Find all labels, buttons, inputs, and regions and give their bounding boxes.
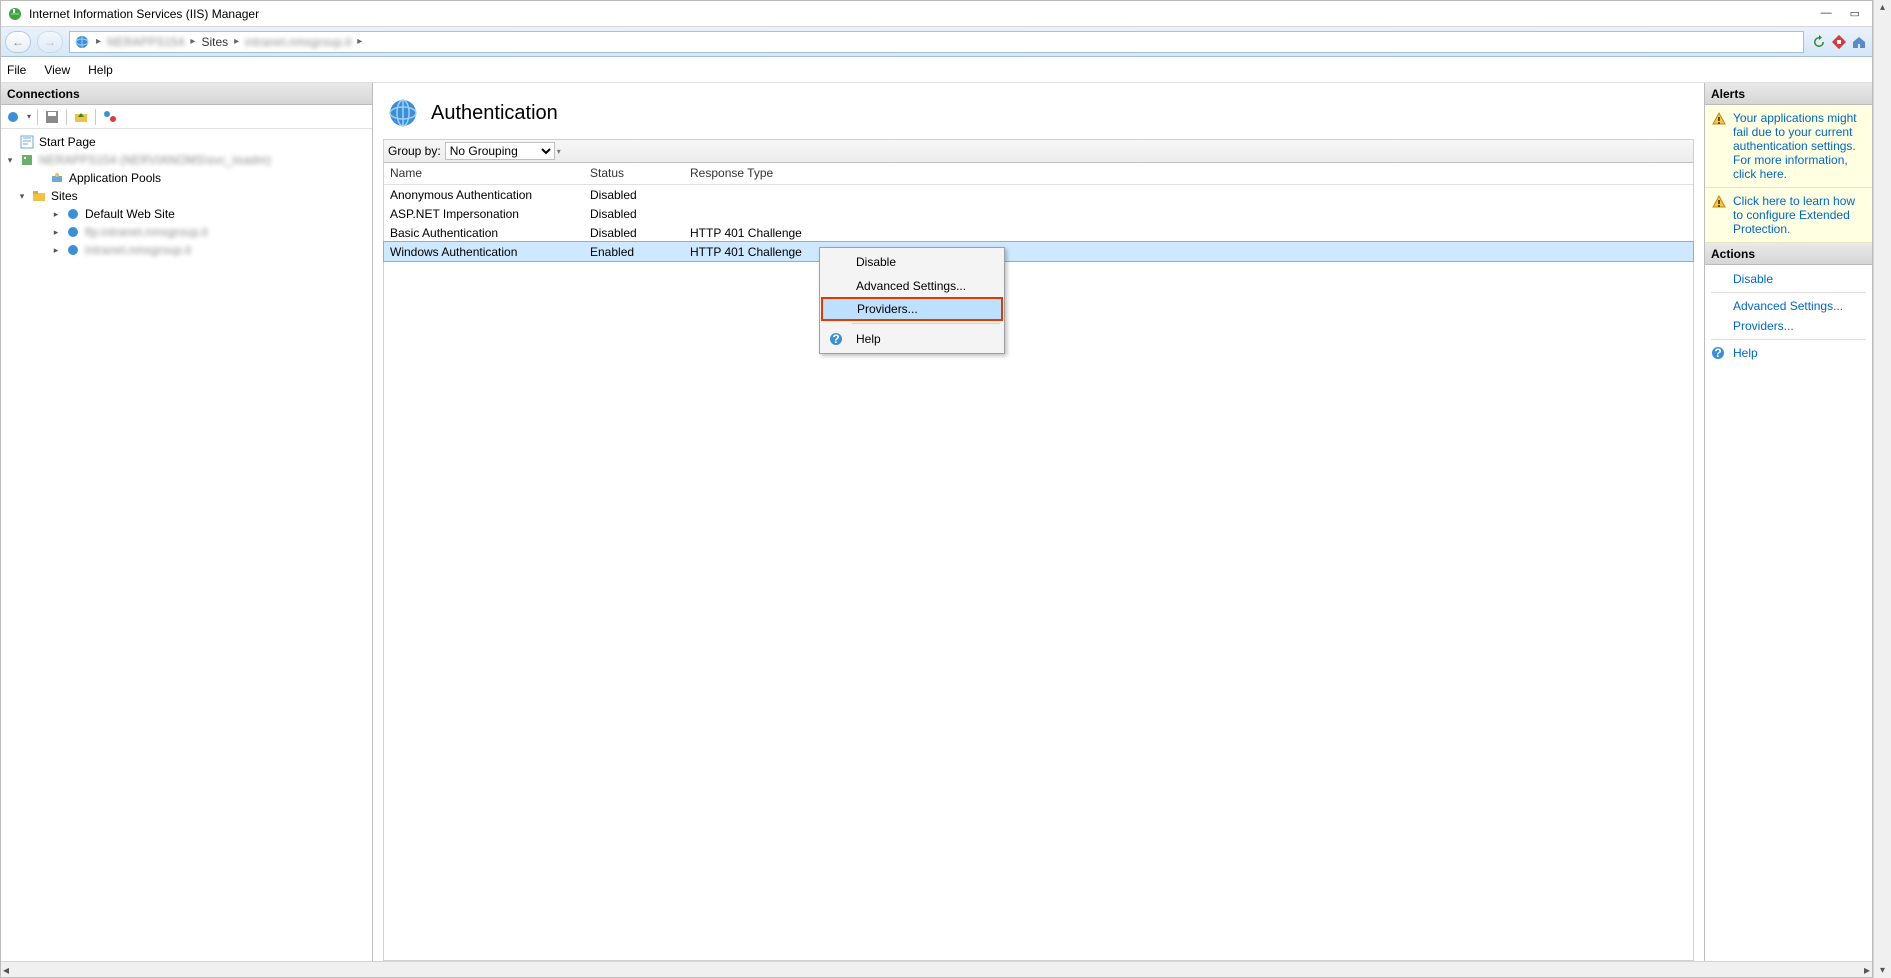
scroll-down-icon[interactable]: ▾ [1880, 963, 1885, 978]
start-page-icon [19, 134, 35, 150]
titlebar: Internet Information Services (IIS) Mana… [1, 1, 1872, 27]
alert-link[interactable]: Click here to learn how to configure Ext… [1733, 194, 1866, 236]
outer-vertical-scrollbar[interactable]: ▴ ▾ [1873, 0, 1891, 978]
actions-separator [1711, 292, 1866, 293]
help-icon: ? [1711, 346, 1727, 362]
action-providers[interactable]: Providers... [1705, 316, 1872, 336]
breadcrumb[interactable]: ▸ NERAPPS154 ▸ Sites ▸ intranet.nmsgroup… [69, 31, 1804, 53]
context-separator [852, 323, 1000, 324]
warning-icon [1711, 194, 1727, 236]
up-level-icon[interactable] [73, 109, 89, 125]
group-by-select[interactable]: No Grouping [445, 142, 555, 160]
auth-row-selected[interactable]: Windows Authentication Enabled HTTP 401 … [384, 242, 1693, 261]
menu-view[interactable]: View [44, 63, 70, 77]
tree-app-pools[interactable]: Application Pools [3, 169, 370, 187]
home-icon[interactable] [1850, 33, 1868, 51]
action-help[interactable]: ? Help [1705, 343, 1872, 363]
auth-row[interactable]: ASP.NET Impersonation Disabled [384, 204, 1693, 223]
tree-default-site[interactable]: ▸ Default Web Site [3, 205, 370, 223]
globe-icon [65, 242, 81, 258]
sites-icon[interactable] [102, 109, 118, 125]
server-icon [19, 152, 35, 168]
svg-text:?: ? [832, 332, 839, 346]
window-title: Internet Information Services (IIS) Mana… [29, 7, 259, 21]
group-by-label: Group by: [388, 144, 441, 158]
tree-site-2[interactable]: ▸ intranet.nmsgroup.it [3, 241, 370, 259]
scroll-up-icon[interactable]: ▴ [1880, 0, 1885, 15]
horizontal-scrollbar[interactable]: ◂▸ [1, 961, 1872, 977]
tree-server[interactable]: ▾ NERAPPS154 (NERVIANOMS\svc_iisadm) [3, 151, 370, 169]
breadcrumb-server[interactable]: NERAPPS154 [107, 35, 184, 49]
minimize-button[interactable]: — [1821, 7, 1832, 20]
breadcrumb-site[interactable]: intranet.nmsgroup.it [245, 35, 351, 49]
svg-text:?: ? [1714, 346, 1721, 360]
help-icon: ? [828, 331, 844, 347]
warning-icon [1711, 111, 1727, 181]
page-title: Authentication [431, 102, 558, 125]
content-area: Authentication Group by: No Grouping ▾ N… [373, 83, 1704, 961]
save-icon[interactable] [44, 109, 60, 125]
context-providers[interactable]: Providers... [821, 297, 1003, 321]
grid-header: Name Status Response Type [384, 163, 1693, 185]
forward-button[interactable]: → [37, 31, 63, 53]
action-advanced-settings[interactable]: Advanced Settings... [1705, 296, 1872, 316]
context-disable[interactable]: Disable [822, 250, 1002, 274]
breadcrumb-sites[interactable]: Sites [201, 35, 228, 49]
right-panel: Alerts Your applications might fail due … [1704, 83, 1872, 961]
dropdown-icon[interactable]: ▾ [27, 112, 31, 121]
connections-header: Connections [1, 83, 372, 105]
connections-tree: Start Page ▾ NERAPPS154 (NERVIANOMS\svc_… [1, 129, 372, 961]
globe-icon [74, 34, 90, 50]
alert-link[interactable]: Your applications might fail due to your… [1733, 111, 1866, 181]
column-name[interactable]: Name [384, 163, 584, 184]
actions-header: Actions [1705, 243, 1872, 265]
context-help[interactable]: ? Help [822, 327, 1002, 351]
maximize-button[interactable]: ▭ [1850, 7, 1860, 20]
auth-row[interactable]: Anonymous Authentication Disabled [384, 185, 1693, 204]
navigation-bar: ← → ▸ NERAPPS154 ▸ Sites ▸ intranet.nmsg… [1, 27, 1872, 57]
grid-body: Anonymous Authentication Disabled ASP.NE… [384, 185, 1693, 261]
refresh-icon[interactable] [1810, 33, 1828, 51]
column-status[interactable]: Status [584, 163, 684, 184]
alerts-header: Alerts [1705, 83, 1872, 105]
tree-sites[interactable]: ▾ Sites [3, 187, 370, 205]
iis-manager-icon [7, 6, 23, 22]
alert-item[interactable]: Click here to learn how to configure Ext… [1705, 188, 1872, 243]
context-menu: Disable Advanced Settings... Providers..… [819, 247, 1005, 354]
globe-icon [65, 206, 81, 222]
globe-icon [65, 224, 81, 240]
menu-bar: File View Help [1, 57, 1872, 83]
action-disable[interactable]: Disable [1705, 269, 1872, 289]
tree-start-page[interactable]: Start Page [3, 133, 370, 151]
context-advanced-settings[interactable]: Advanced Settings... [822, 274, 1002, 298]
connections-panel: Connections ▾ Start Page [1, 83, 373, 961]
back-button[interactable]: ← [5, 31, 31, 53]
connect-icon[interactable] [5, 109, 21, 125]
stop-icon[interactable] [1830, 33, 1848, 51]
group-by-bar: Group by: No Grouping ▾ [383, 139, 1694, 163]
alert-item[interactable]: Your applications might fail due to your… [1705, 105, 1872, 188]
authentication-icon [387, 97, 419, 129]
menu-help[interactable]: Help [88, 63, 113, 77]
column-response-type[interactable]: Response Type [684, 163, 1693, 184]
app-pools-icon [49, 170, 65, 186]
connections-toolbar: ▾ [1, 105, 372, 129]
auth-row[interactable]: Basic Authentication Disabled HTTP 401 C… [384, 223, 1693, 242]
actions-separator [1711, 339, 1866, 340]
tree-site-1[interactable]: ▸ ftp.intranet.nmsgroup.it [3, 223, 370, 241]
menu-file[interactable]: File [7, 63, 26, 77]
folder-icon [31, 188, 47, 204]
